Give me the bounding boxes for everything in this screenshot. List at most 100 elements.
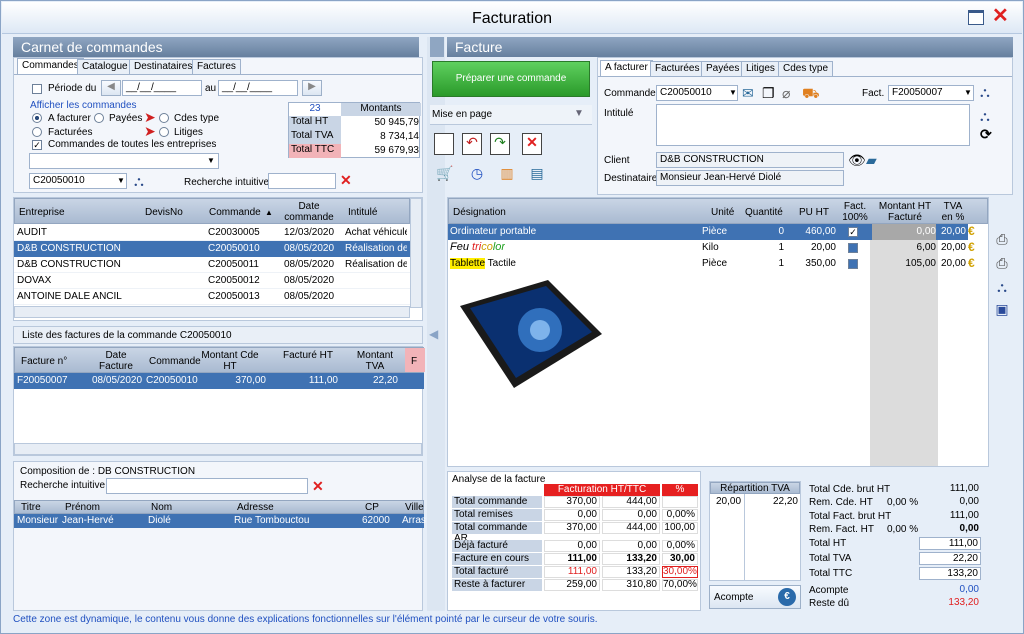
printer-icon[interactable]: ⎙ <box>993 231 1011 247</box>
intitule-input[interactable] <box>656 104 970 146</box>
folder-icon[interactable]: ▰ <box>866 152 877 168</box>
composition-search-input[interactable] <box>106 478 308 494</box>
email-icon[interactable]: ✉ <box>742 85 754 101</box>
euro-icon[interactable]: € <box>968 240 975 254</box>
col-montant-ht[interactable]: Montant HT Facturé <box>873 201 937 223</box>
radio-a-facturer[interactable] <box>32 113 42 123</box>
period-to-field[interactable]: __/__/____ <box>218 80 298 96</box>
invoice-row[interactable]: F20050007 08/05/2020 C20050010 370,00 11… <box>14 373 424 389</box>
tab-commandes[interactable]: Commandes <box>17 58 84 74</box>
contact-row[interactable]: Monsieur Jean-Hervé Diolé Rue Tombouctou… <box>14 514 426 528</box>
period-from-field[interactable]: __/__/____ <box>122 80 202 96</box>
report-icon[interactable]: ▤ <box>526 165 548 181</box>
copy-icon[interactable]: ❐ <box>762 85 775 101</box>
layout-select[interactable]: Mise en page ▼ <box>430 105 592 125</box>
fact-select[interactable]: F20050007 <box>888 85 974 101</box>
radio-facturees[interactable] <box>32 127 42 137</box>
col-titre[interactable]: Titre <box>21 502 41 513</box>
euro-icon[interactable]: € <box>968 224 975 238</box>
dropdown-icon[interactable]: ▼ <box>574 108 584 119</box>
col-facture-ht[interactable]: Facturé HT <box>283 350 333 361</box>
table-row[interactable]: AUDIT C20030005 12/03/2020 Achat véhicule <box>14 225 410 241</box>
client-field[interactable]: D&B CONSTRUCTION <box>656 152 844 168</box>
clear-icon[interactable]: ✕ <box>340 172 352 189</box>
tab-facturees[interactable]: Facturées <box>650 61 705 76</box>
search-input[interactable] <box>268 173 336 189</box>
tab-factures[interactable]: Factures <box>192 59 241 74</box>
new-document-icon[interactable] <box>434 133 454 155</box>
col-cp[interactable]: CP <box>365 502 379 513</box>
table-row[interactable]: ANTOINE DALE ANCIL C20050013 08/05/2020 <box>14 289 410 305</box>
cart-icon[interactable]: 🛒 <box>434 165 456 181</box>
periode-checkbox[interactable] <box>32 84 42 94</box>
col-date-commande[interactable]: Date commande <box>283 201 335 223</box>
col-ville[interactable]: Ville <box>405 502 424 513</box>
binoculars-icon[interactable]: ⛬ <box>980 84 990 100</box>
radio-payees[interactable] <box>94 113 104 123</box>
col-montant-cde[interactable]: Montant Cde HT <box>200 350 260 372</box>
line-row[interactable]: Ordinateur portable Pièce 0 460,00 ✓ 0,0… <box>448 224 968 240</box>
line-row[interactable]: Tablette Tactile Pièce 1 350,00 105,00 2… <box>448 256 968 272</box>
col-date-facture[interactable]: Date Facture <box>93 350 139 372</box>
table-row[interactable]: DOVAX C20050012 08/05/2020 <box>14 273 410 289</box>
tab-payees[interactable]: Payées <box>701 61 745 76</box>
col-adresse[interactable]: Adresse <box>237 502 274 513</box>
acompte-button[interactable]: Acompte € <box>709 585 801 609</box>
col-facture-no[interactable]: Facture n° <box>21 356 67 367</box>
invoices-hscroll[interactable] <box>14 443 422 455</box>
eye-icon[interactable]: 👁 <box>848 152 866 168</box>
tab-catalogue[interactable]: Catalogue <box>77 59 133 74</box>
close-icon[interactable]: ✕ <box>992 6 1010 26</box>
orders-vscroll[interactable] <box>410 198 422 308</box>
col-unite[interactable]: Unité <box>711 207 734 218</box>
tab-a-facturer[interactable]: A facturer <box>600 60 653 76</box>
col-fact-100[interactable]: Fact. 100% <box>841 201 869 223</box>
order-select[interactable]: C20050010 <box>29 173 127 189</box>
col-pu-ht[interactable]: PU HT <box>799 207 829 218</box>
undo-document-icon[interactable]: ↶ <box>462 133 482 155</box>
tab-destinataires[interactable]: Destinataires <box>129 59 198 74</box>
col-designation[interactable]: Désignation <box>453 207 506 218</box>
col-intitule[interactable]: Intitulé <box>348 207 377 218</box>
commande-select[interactable]: C20050010 <box>656 85 738 101</box>
delete-document-icon[interactable]: ✕ <box>522 133 542 155</box>
company-select[interactable] <box>29 153 219 169</box>
attachment-icon[interactable]: ⌀ <box>782 85 790 101</box>
table-row[interactable]: D&B CONSTRUCTION C20050010 08/05/2020 Réali… <box>14 241 410 257</box>
binoculars-icon[interactable]: ⛬ <box>993 279 1011 295</box>
save-icon[interactable]: ▣ <box>993 301 1011 317</box>
tab-litiges[interactable]: Litiges <box>741 61 780 76</box>
collapse-icon[interactable]: ◀ <box>429 327 438 341</box>
euro-icon[interactable]: € <box>968 256 975 270</box>
line-row[interactable]: Feu tricolor Kilo 1 20,00 6,00 20,00 <box>448 240 968 256</box>
redo-document-icon[interactable]: ↷ <box>490 133 510 155</box>
col-prenom[interactable]: Prénom <box>65 502 100 513</box>
fact-100-checkbox[interactable] <box>848 259 858 269</box>
destinataire-field[interactable]: Monsieur Jean-Hervé Diolé <box>656 170 844 186</box>
clock-icon[interactable]: ◷ <box>466 165 488 181</box>
binoculars-icon[interactable]: ⛬ <box>134 173 144 189</box>
col-commande[interactable]: Commande <box>149 356 201 367</box>
col-quantite[interactable]: Quantité <box>745 207 783 218</box>
delivery-icon[interactable]: ⛟ <box>802 85 820 101</box>
prepare-order-button[interactable]: Préparer une commande <box>432 61 590 97</box>
orders-hscroll[interactable] <box>14 306 410 318</box>
clear-icon[interactable]: ✕ <box>312 478 324 495</box>
fact-100-checkbox[interactable] <box>848 243 858 253</box>
radio-cdes-type[interactable] <box>159 113 169 123</box>
col-tva[interactable]: TVA en % <box>939 201 967 223</box>
maximize-icon[interactable] <box>968 10 984 25</box>
fact-100-checkbox[interactable]: ✓ <box>848 227 858 237</box>
printer-icon[interactable]: ⎙ <box>993 255 1011 271</box>
col-nom[interactable]: Nom <box>151 502 172 513</box>
radio-litiges[interactable] <box>159 127 169 137</box>
dropdown-icon[interactable]: ▼ <box>117 176 125 185</box>
prev-period-button[interactable]: ◀ <box>101 80 121 96</box>
col-commande[interactable]: Commande <box>209 207 261 218</box>
dropdown-icon[interactable]: ▼ <box>964 88 972 97</box>
binoculars-icon[interactable]: ⛬ <box>980 108 990 124</box>
col-devisno[interactable]: DevisNo <box>145 207 183 218</box>
dropdown-icon[interactable]: ▼ <box>207 156 215 165</box>
table-row[interactable]: D&B CONSTRUCTION C20050011 08/05/2020 Réali… <box>14 257 410 273</box>
next-period-button[interactable]: ▶ <box>302 80 322 96</box>
